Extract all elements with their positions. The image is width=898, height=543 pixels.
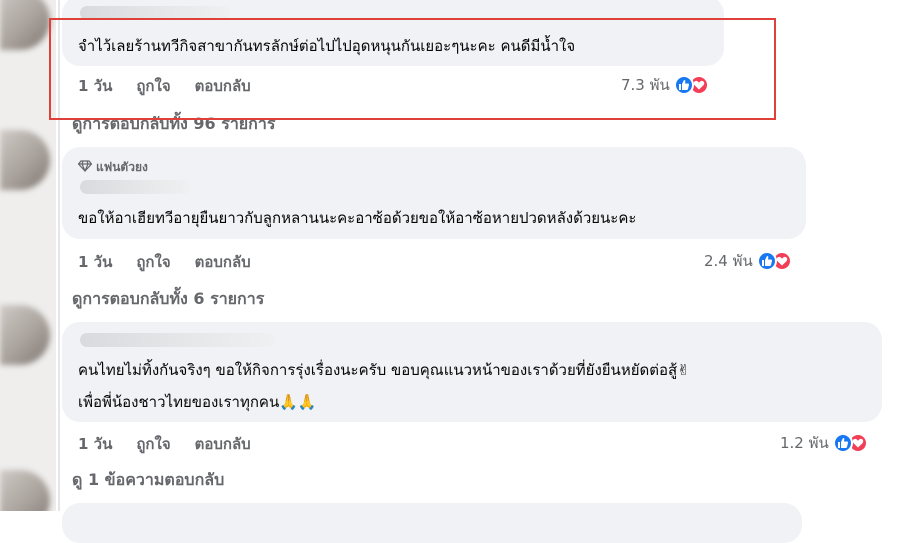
comment-time[interactable]: 1 วัน: [78, 250, 112, 274]
thumbs-up-icon: [832, 433, 853, 453]
view-replies-link[interactable]: ดู 1 ข้อความตอบกลับ: [72, 468, 224, 493]
reply-button[interactable]: ตอบกลับ: [195, 250, 251, 274]
comment-text: ขอให้อาเฮียทวีอายุยืนยาวกับลูกหลานนะคะอา…: [78, 209, 637, 227]
comment-actions: 1 วัน ถูกใจ ตอบกลับ: [78, 250, 275, 274]
reaction-count: 1.2 พัน: [780, 434, 829, 452]
comment-text-line: เพื่อพี่น้องชาวไทยของเราทุกคน🙏🙏: [78, 393, 317, 411]
view-replies-link[interactable]: ดูการตอบกลับทั้ง 6 รายการ: [72, 287, 264, 312]
avatar[interactable]: [0, 130, 50, 190]
reaction-count: 2.4 พัน: [704, 252, 753, 270]
badge-label: แฟนตัวยง: [96, 160, 148, 174]
avatar[interactable]: [0, 470, 50, 511]
thumbs-up-icon: [673, 75, 694, 95]
diamond-icon: [77, 160, 93, 175]
avatar-column: [0, 0, 56, 511]
avatar[interactable]: [0, 305, 50, 365]
like-button[interactable]: ถูกใจ: [136, 432, 170, 456]
thumbs-up-icon: [756, 251, 777, 271]
commenter-name[interactable]: [80, 180, 190, 194]
avatar[interactable]: [0, 0, 50, 50]
reaction-summary[interactable]: 1.2 พัน: [780, 431, 868, 455]
comment-time[interactable]: 1 วัน: [78, 432, 112, 456]
like-button[interactable]: ถูกใจ: [136, 250, 170, 274]
comment-text-line: คนไทยไม่ทิ้งกันจริงๆ ขอให้กิจการรุ่งเรื่…: [78, 361, 690, 379]
reply-button[interactable]: ตอบกลับ: [195, 432, 251, 456]
comment-bubble: [62, 503, 802, 543]
commenter-name[interactable]: [80, 333, 275, 347]
top-fan-badge: แฟนตัวยง: [77, 158, 148, 177]
reaction-summary[interactable]: 2.4 พัน: [704, 249, 792, 273]
comment-actions: 1 วัน ถูกใจ ตอบกลับ: [78, 432, 275, 456]
highlight-box: [49, 18, 776, 120]
